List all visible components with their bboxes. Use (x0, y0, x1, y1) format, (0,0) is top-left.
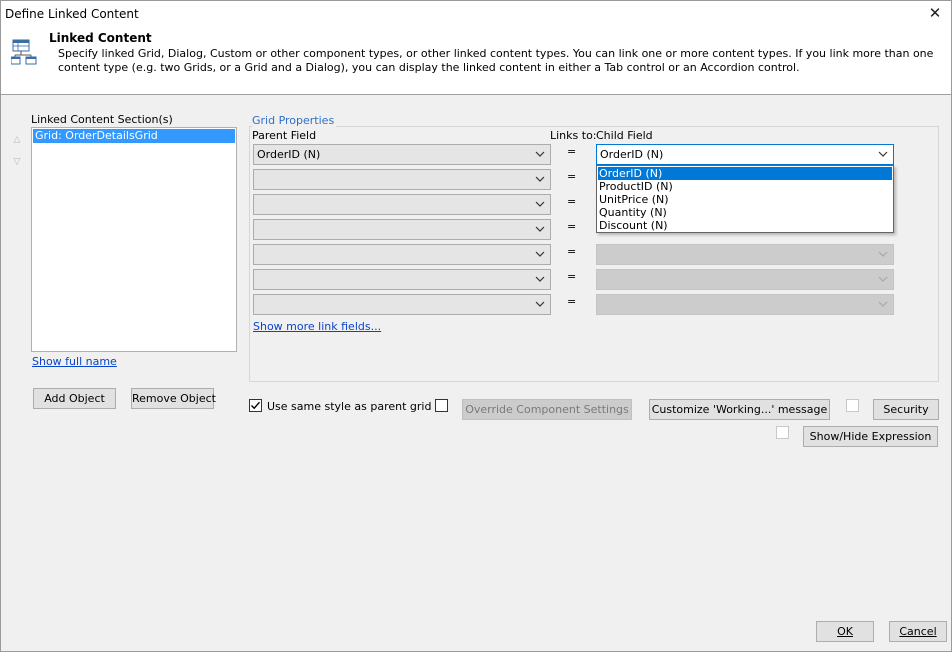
security-button[interactable]: Security (873, 399, 939, 420)
close-icon[interactable]: ✕ (925, 3, 945, 23)
cancel-button[interactable]: Cancel (889, 621, 947, 642)
use-same-style-label: Use same style as parent grid (267, 400, 432, 413)
show-hide-expression-checkbox[interactable] (776, 426, 789, 439)
linked-content-icon (11, 39, 37, 65)
use-same-style-checkbox[interactable] (249, 399, 262, 412)
equals-sign: = (567, 220, 577, 233)
customize-working-message-button[interactable]: Customize 'Working...' message (649, 399, 830, 420)
cancel-label: Cancel (899, 625, 937, 638)
title-bar: Define Linked Content ✕ (1, 1, 951, 27)
header-description: Specify linked Grid, Dialog, Custom or o… (58, 47, 934, 74)
equals-sign: = (567, 195, 577, 208)
header-title: Linked Content (49, 31, 152, 45)
chevron-down-icon (878, 251, 888, 257)
security-checkbox[interactable] (846, 399, 859, 412)
parent-field-value: OrderID (N) (257, 148, 321, 161)
show-more-link-fields-link[interactable]: Show more link fields... (253, 320, 381, 333)
equals-sign: = (567, 170, 577, 183)
parent-field-select-7[interactable] (253, 294, 551, 315)
child-field-select-6[interactable] (596, 269, 894, 290)
child-field-dropdown-list[interactable]: OrderID (N) ProductID (N) UnitPrice (N) … (596, 165, 894, 233)
list-item[interactable]: Grid: OrderDetailsGrid (33, 129, 235, 143)
child-field-label: Child Field (596, 129, 653, 142)
dropdown-option[interactable]: OrderID (N) (598, 167, 892, 180)
chevron-down-icon (535, 151, 545, 157)
chevron-down-icon (535, 251, 545, 257)
parent-field-select-4[interactable] (253, 219, 551, 240)
move-down-icon[interactable]: ▽ (11, 156, 23, 168)
dropdown-option[interactable]: UnitPrice (N) (598, 193, 892, 206)
ok-label: OK (837, 625, 853, 638)
define-linked-content-dialog: Define Linked Content ✕ Linked Content S… (0, 0, 952, 652)
checkmark-icon (251, 401, 261, 410)
chevron-down-icon (535, 276, 545, 282)
window-title: Define Linked Content (5, 7, 139, 21)
dropdown-option[interactable]: Discount (N) (598, 219, 892, 232)
equals-sign: = (567, 270, 577, 283)
child-field-value: OrderID (N) (600, 148, 664, 161)
chevron-down-icon (878, 276, 888, 282)
parent-field-select-2[interactable] (253, 169, 551, 190)
parent-field-select-6[interactable] (253, 269, 551, 290)
override-component-settings-button[interactable]: Override Component Settings (462, 399, 632, 420)
sections-listbox[interactable]: Grid: OrderDetailsGrid (31, 127, 237, 352)
equals-sign: = (567, 145, 577, 158)
chevron-down-icon (535, 301, 545, 307)
child-field-select-7[interactable] (596, 294, 894, 315)
parent-field-label: Parent Field (252, 129, 317, 142)
parent-field-select-1[interactable]: OrderID (N) (253, 144, 551, 165)
ok-button[interactable]: OK (816, 621, 874, 642)
child-field-select-5[interactable] (596, 244, 894, 265)
chevron-down-icon (535, 226, 545, 232)
sections-label: Linked Content Section(s) (31, 113, 173, 126)
grid-properties-title: Grid Properties (252, 114, 337, 127)
equals-sign: = (567, 245, 577, 258)
equals-sign: = (567, 295, 577, 308)
override-settings-checkbox[interactable] (435, 399, 448, 412)
dropdown-option[interactable]: Quantity (N) (598, 206, 892, 219)
move-up-icon[interactable]: △ (11, 134, 23, 146)
chevron-down-icon (535, 176, 545, 182)
chevron-down-icon (878, 151, 888, 157)
remove-object-button[interactable]: Remove Object (131, 388, 216, 409)
chevron-down-icon (535, 201, 545, 207)
show-hide-expression-button[interactable]: Show/Hide Expression (803, 426, 938, 447)
add-object-button[interactable]: Add Object (33, 388, 116, 409)
child-field-select-1[interactable]: OrderID (N) (596, 144, 894, 165)
parent-field-select-5[interactable] (253, 244, 551, 265)
chevron-down-icon (878, 301, 888, 307)
header-panel: Linked Content Specify linked Grid, Dial… (1, 27, 951, 95)
links-to-label: Links to: (550, 129, 597, 142)
parent-field-select-3[interactable] (253, 194, 551, 215)
dropdown-option[interactable]: ProductID (N) (598, 180, 892, 193)
show-full-name-link[interactable]: Show full name (32, 355, 117, 368)
